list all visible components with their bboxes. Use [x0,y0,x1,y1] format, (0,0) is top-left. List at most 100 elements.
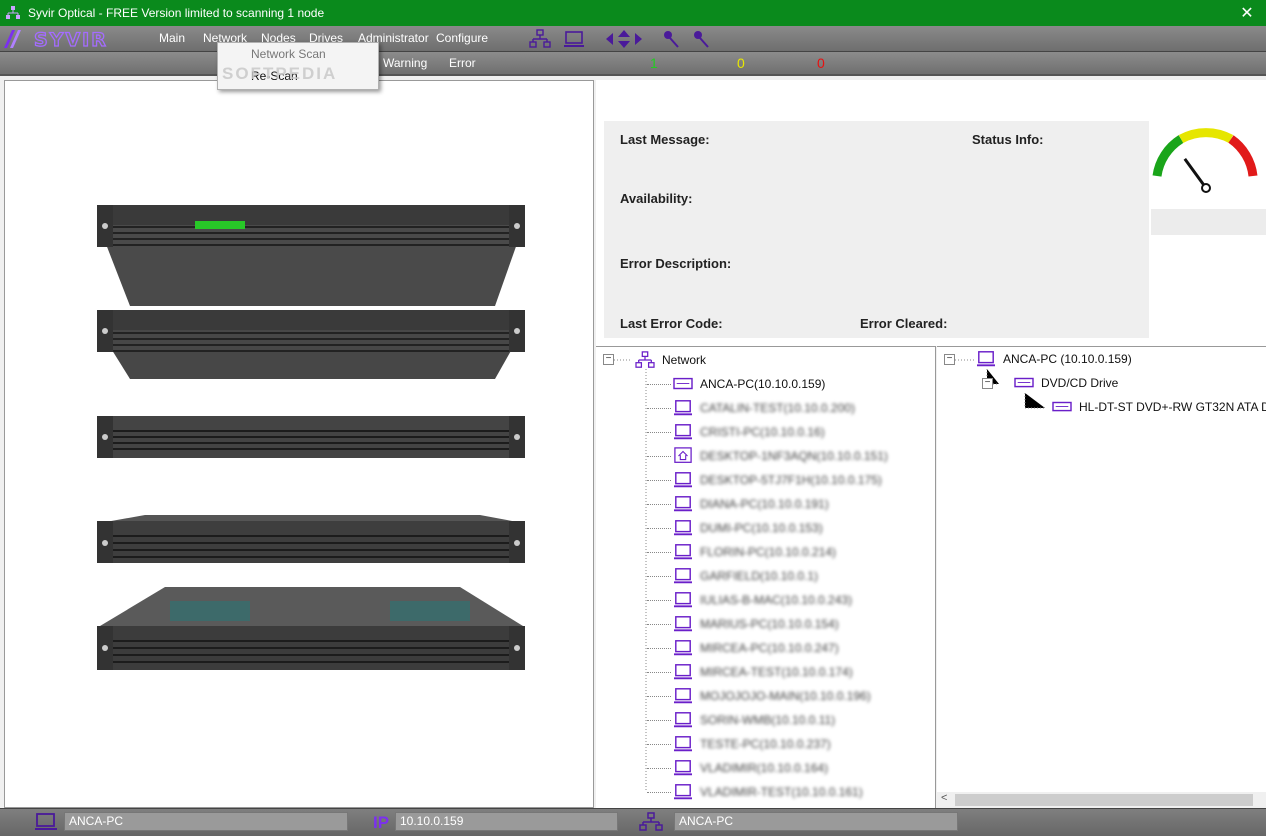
gauge-red-zone [1228,135,1258,177]
network-node-label: VLADIMIR-TEST(10.10.0.161) [700,785,863,799]
last-error-code-label: Last Error Code: [620,316,723,331]
detail-device[interactable]: HL-DT-ST DVD+-RW GT32N ATA Device [1051,397,1266,417]
menu-configure[interactable]: Configure [436,31,488,45]
network-node-label: MIRCEA-PC(10.10.0.247) [700,641,839,655]
drive-icon [1014,377,1034,388]
detail-root-node[interactable]: ANCA-PC (10.10.0.159) [975,349,1132,369]
laptop-icon [674,424,692,440]
unpin-icon[interactable] [690,29,712,49]
tree-connector [647,720,671,721]
availability-label: Availability: [620,191,693,206]
scroll-left-icon[interactable]: < [941,792,947,804]
laptop-icon [35,813,57,830]
tree-root-label: Network [662,353,707,367]
network-icon [635,351,655,368]
laptop-icon [674,472,692,488]
network-node-item[interactable]: TESTE-PC(10.10.0.237) [672,734,831,754]
network-node-item[interactable]: VLADIMIR-TEST(10.10.0.161) [672,782,863,802]
laptop-icon [674,640,692,656]
network-node-label: DUMI-PC(10.10.0.153) [700,521,823,535]
network-node-label: VLADIMIR(10.10.0.164) [700,761,829,775]
laptop-icon [674,568,692,584]
tree-connector [647,648,671,649]
network-node-item[interactable]: SORIN-WMB(10.10.0.11) [672,710,835,730]
tree-connector [647,408,671,409]
collapse-network-toggle[interactable]: − [603,354,614,365]
network-node-label: CRISTI-PC(10.10.0.16) [700,425,825,439]
collapse-node-toggle[interactable]: − [944,354,955,365]
network-node-label: FLORIN-PC(10.10.0.214) [700,545,837,559]
rack-3d-view [97,205,525,670]
collapse-drive-group-toggle[interactable]: − [982,378,993,389]
laptop-icon [674,664,692,680]
detail-drive-group-label: DVD/CD Drive [1041,376,1119,390]
network-node-item[interactable]: MOJOJOJO-MAIN(10.10.0.196) [672,686,871,706]
tree-connector [647,624,671,625]
menu-main[interactable]: Main [159,31,185,45]
tree-connector [647,432,671,433]
node-detail-panel: − ANCA-PC (10.10.0.159) − DVD/CD Drive H… [937,346,1266,808]
tree-root-network[interactable]: Network [634,350,706,370]
tree-connector [647,504,671,505]
network-node-item[interactable]: ANCA-PC(10.10.0.159) [672,374,825,394]
detail-horizontal-scrollbar[interactable]: < [937,792,1266,808]
tree-connector [647,744,671,745]
network-node-label: TESTE-PC(10.10.0.237) [700,737,831,751]
laptop-icon [674,760,692,776]
network-node-item[interactable]: DESKTOP-5TJ7F1H(10.10.0.175) [672,470,882,490]
network-icon[interactable] [529,29,551,49]
network-node-label: ANCA-PC(10.10.0.159) [700,377,826,391]
rack-unit-4[interactable] [97,515,525,563]
network-node-item[interactable]: DESKTOP-1NF3AQN(10.10.0.151) [672,446,888,466]
status-node-name: ANCA-PC [64,812,348,831]
network-node-item[interactable]: MARIUS-PC(10.10.0.154) [672,614,839,634]
menu-bar: SYVIR Main Network Nodes Drives Administ… [0,26,1266,52]
rack-unit-5[interactable] [97,587,525,670]
network-node-label: DESKTOP-1NF3AQN(10.10.0.151) [700,449,888,463]
network-node-item[interactable]: VLADIMIR(10.10.0.164) [672,758,828,778]
error-count: 0 [817,55,825,71]
tree-connector [647,672,671,673]
detail-drive-group[interactable]: DVD/CD Drive [1013,373,1118,393]
menu-re-scan[interactable]: Re-Scan [251,69,298,83]
filter-warning[interactable]: Warning [383,56,427,70]
network-node-item[interactable]: CATALIN-TEST(10.10.0.200) [672,398,855,418]
network-node-item[interactable]: DIANA-PC(10.10.0.191) [672,494,829,514]
gauge-yellow-zone [1178,128,1234,144]
tree-connector [647,768,671,769]
close-button[interactable]: ✕ [1238,3,1256,23]
laptop-icon [674,616,692,632]
pin-icon[interactable] [660,29,682,49]
network-app-icon [6,6,20,19]
svg-text:SYVIR: SYVIR [34,29,108,50]
network-node-item[interactable]: FLORIN-PC(10.10.0.214) [672,542,836,562]
filter-error[interactable]: Error [449,56,476,70]
error-description-label: Error Description: [620,256,732,271]
rack-unit-3[interactable] [97,416,525,458]
detail-device-label: HL-DT-ST DVD+-RW GT32N ATA Device [1079,400,1266,414]
scrollbar-thumb[interactable] [955,794,1253,806]
status-network-node: ANCA-PC [674,812,958,831]
rack-unit-2[interactable] [97,310,525,379]
network-node-item[interactable]: MIRCEA-PC(10.10.0.247) [672,638,839,658]
status-filter-bar: Warning Error 1 0 0 [0,52,1266,76]
tree-connector [647,552,671,553]
laptop-icon[interactable] [563,29,585,49]
network-node-label: GARFIELD(10.10.0.1) [700,569,819,583]
laptop-icon [674,784,692,800]
last-message-label: Last Message: [620,132,710,147]
network-tree-panel: − Network ANCA-PC(10.10.0.159) CATALIN-TE… [596,346,936,808]
network-node-item[interactable]: CRISTI-PC(10.10.0.16) [672,422,825,442]
network-node-label: SORIN-WMB(10.10.0.11) [700,713,836,727]
network-node-item[interactable]: MIRCEA-TEST(10.10.0.174) [672,662,853,682]
network-node-item[interactable]: IULIAS-B-MAC(10.10.0.243) [672,590,852,610]
status-gauge [1151,121,1266,209]
network-node-item[interactable]: GARFIELD(10.10.0.1) [672,566,818,586]
network-node-label: IULIAS-B-MAC(10.10.0.243) [700,593,853,607]
menu-network-scan[interactable]: Network Scan [251,47,326,61]
rack-unit-1[interactable] [97,205,525,306]
status-bar: ANCA-PC IP 10.10.0.159 ANCA-PC [0,808,1266,836]
laptop-icon [674,712,692,728]
move-arrows-icon[interactable] [604,29,644,49]
network-node-item[interactable]: DUMI-PC(10.10.0.153) [672,518,823,538]
